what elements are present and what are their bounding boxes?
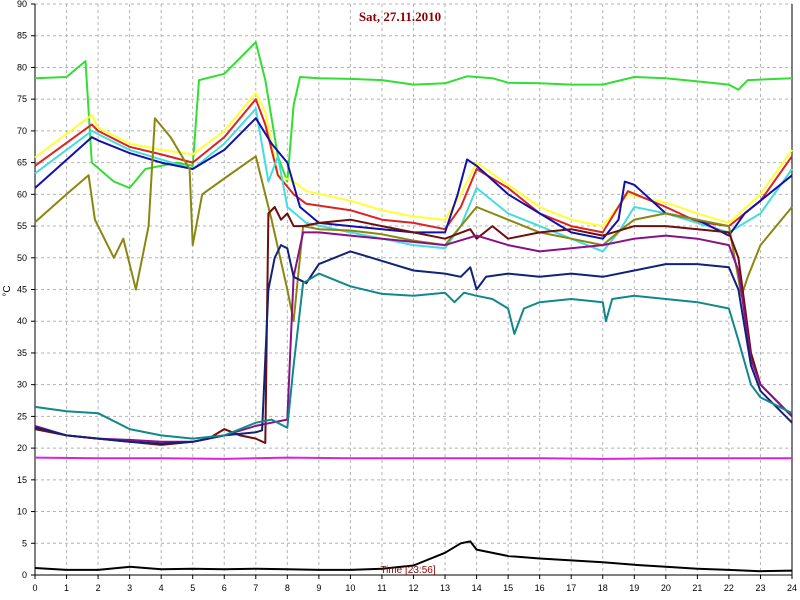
x-tick-label: 20 [661,583,671,593]
y-tick-label: 30 [17,380,27,390]
x-tick-label: 0 [32,583,37,593]
x-tick-label: 21 [692,583,702,593]
y-tick-label: 85 [17,31,27,41]
y-tick-label: 25 [17,411,27,421]
x-tick-label: 18 [598,583,608,593]
y-tick-label: 15 [17,475,27,485]
x-tick-label: 5 [190,583,195,593]
y-tick-label: 35 [17,348,27,358]
y-tick-label: 55 [17,221,27,231]
x-tick-label: 12 [408,583,418,593]
x-tick-label: 2 [96,583,101,593]
x-tick-label: 9 [316,583,321,593]
y-tick-label: 90 [17,0,27,9]
chart-root: 0 1 2 3 4 5 6 7 8 9 10 11 12 13 14 15 16 17 18 19 20 21 22 23 24… [0,0,800,600]
y-tick-label: 75 [17,94,27,104]
chart-title: Sat, 27.11.2010 [359,9,441,24]
y-tick-label: 40 [17,316,27,326]
x-tick-label: 23 [755,583,765,593]
y-tick-label: 65 [17,158,27,168]
line-chart: 0 1 2 3 4 5 6 7 8 9 10 11 12 13 14 15 16 17 18 19 20 21 22 23 24… [2,0,797,593]
axes: 0 1 2 3 4 5 6 7 8 9 10 11 12 13 14 15 16 17 18 19 20 21 22 23 24… [17,0,797,593]
y-axis-title: °C [2,285,13,296]
x-tick-label: 17 [566,583,576,593]
x-tick-label: 11 [377,583,386,593]
x-tick-label: 3 [127,583,132,593]
x-axis-title: Time [23:56] [380,565,435,576]
y-tick-label: 20 [17,443,27,453]
x-tick-label: 4 [159,583,164,593]
x-tick-label: 15 [503,583,513,593]
x-tick-label: 19 [629,583,639,593]
y-tick-label: 5 [22,538,27,548]
y-tick-label: 50 [17,253,27,263]
x-tick-label: 13 [440,583,450,593]
x-tick-label: 24 [787,583,797,593]
x-tick-label: 16 [535,583,545,593]
x-tick-label: 1 [64,583,69,593]
grid [34,3,793,576]
x-tick-label: 14 [472,583,482,593]
x-tick-label: 6 [222,583,227,593]
y-tick-label: 0 [22,570,27,580]
y-tick-label: 45 [17,285,27,295]
y-tick-label: 70 [17,126,27,136]
x-tick-label: 10 [345,583,355,593]
series-line-11 [34,456,792,460]
y-tick-label: 80 [17,62,27,72]
x-tick-label: 7 [253,583,258,593]
y-tick-label: 10 [17,507,27,517]
x-tick-label: 22 [724,583,734,593]
x-tick-label: 8 [285,583,290,593]
y-tick-label: 60 [17,189,27,199]
